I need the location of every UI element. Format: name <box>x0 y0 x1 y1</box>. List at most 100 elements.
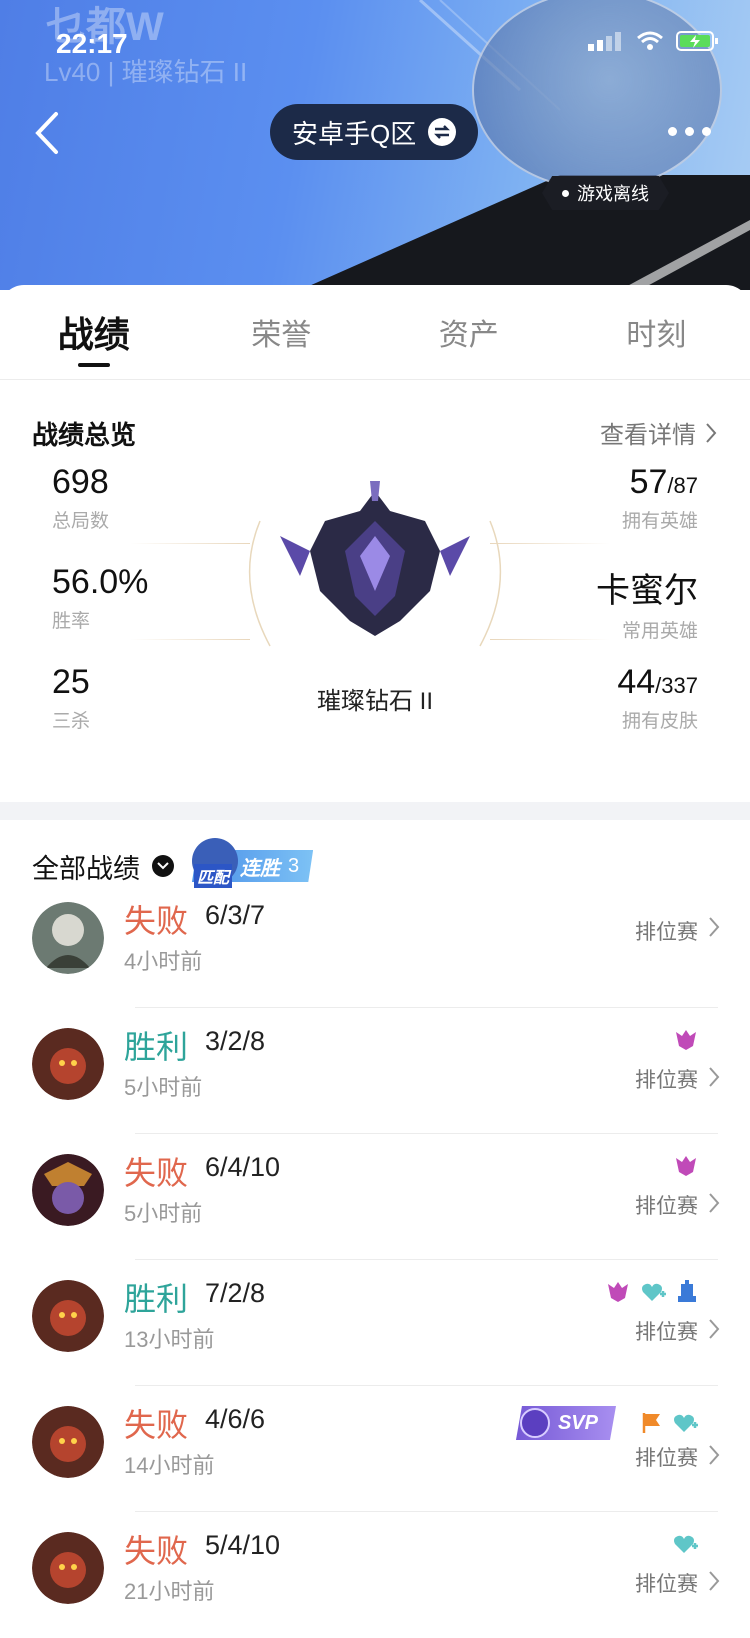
more-dot-icon <box>685 127 694 136</box>
more-dot-icon <box>668 127 677 136</box>
match-result: 胜利 <box>124 1022 188 1068</box>
match-honor-icons <box>674 1154 698 1178</box>
server-name: 安卓手Q区 <box>292 114 416 151</box>
stat-label: 常用英雄 <box>596 616 698 643</box>
match-honor-icons <box>606 1280 698 1304</box>
match-row[interactable]: 胜利 3/2/8 5小时前 排位赛 <box>0 1008 750 1134</box>
match-row[interactable]: 失败 6/4/10 5小时前 排位赛 <box>0 1134 750 1260</box>
match-time: 5小时前 <box>124 1196 202 1228</box>
match-time: 4小时前 <box>124 944 202 976</box>
match-row[interactable]: 失败 6/3/7 4小时前 排位赛 <box>0 882 750 1008</box>
match-filter-label[interactable]: 全部战绩 <box>32 847 140 886</box>
decorative-line <box>130 543 250 544</box>
match-row[interactable]: 胜利 7/2/8 13小时前 排位赛 <box>0 1260 750 1386</box>
match-kda: 4/6/6 <box>205 1404 265 1435</box>
demon-icon <box>674 1028 698 1052</box>
match-mode: 排位赛 <box>635 1316 698 1346</box>
rank-label: 璀璨钻石 II <box>240 681 510 716</box>
rank-emblem-area[interactable]: 璀璨钻石 II <box>240 481 510 741</box>
streak-count: 3 <box>288 855 299 878</box>
stat-value: 44 <box>617 663 655 701</box>
svp-label: SVP <box>558 1412 598 1435</box>
stat-value: 698 <box>52 463 109 502</box>
tab-assets[interactable]: 资产 <box>375 285 563 379</box>
match-mode: 排位赛 <box>635 1442 698 1472</box>
hero-avatar <box>32 1532 104 1604</box>
overview-title: 战绩总览 <box>32 415 136 452</box>
more-button[interactable] <box>668 120 712 142</box>
heart-plus-icon <box>640 1280 666 1304</box>
match-row[interactable]: 失败 5/4/10 21小时前 排位赛 <box>0 1512 750 1638</box>
view-details-link[interactable]: 查看详情 <box>600 415 718 450</box>
stat-label: 拥有英雄 <box>622 506 698 533</box>
decorative-line <box>130 639 250 640</box>
wifi-icon <box>636 30 664 52</box>
match-result: 胜利 <box>124 1274 188 1320</box>
more-dot-icon <box>702 127 711 136</box>
online-status-badge: 游戏离线 <box>542 176 669 210</box>
match-kda: 6/3/7 <box>205 900 265 931</box>
heart-plus-icon <box>672 1411 698 1435</box>
match-result: 失败 <box>124 1526 188 1572</box>
stat-triple-kills: 25 三杀 <box>52 663 90 733</box>
match-time: 21小时前 <box>124 1574 214 1606</box>
hero-avatar <box>32 1154 104 1226</box>
view-details-label: 查看详情 <box>600 415 696 450</box>
demon-icon <box>606 1280 630 1304</box>
match-honor-icons <box>672 1532 698 1556</box>
status-dot-icon <box>562 190 569 197</box>
match-result: 失败 <box>124 896 188 942</box>
back-button[interactable] <box>28 108 68 158</box>
chevron-left-icon <box>28 108 68 158</box>
stat-skins-owned: 44/337 拥有皮肤 <box>617 663 698 733</box>
online-status-label: 游戏离线 <box>577 180 649 206</box>
swap-icon <box>428 118 456 146</box>
server-switch-button[interactable]: 安卓手Q区 <box>270 104 478 160</box>
hero-avatar <box>32 1028 104 1100</box>
section-divider <box>0 802 750 820</box>
hero-avatar <box>32 1280 104 1352</box>
chevron-right-icon <box>708 1444 720 1466</box>
rank-emblem-icon <box>240 481 510 681</box>
match-result: 失败 <box>124 1148 188 1194</box>
stat-value: 卡蜜尔 <box>596 572 698 610</box>
match-kda: 5/4/10 <box>205 1530 280 1561</box>
match-mode: 排位赛 <box>635 1190 698 1220</box>
stat-heroes-owned: 57/87 拥有英雄 <box>622 463 698 533</box>
status-time: 22:17 <box>56 28 128 60</box>
heart-plus-icon <box>672 1532 698 1556</box>
tab-moments[interactable]: 时刻 <box>563 285 750 379</box>
match-honor-icons <box>674 1028 698 1052</box>
stat-value: 57 <box>630 463 668 501</box>
status-icons <box>588 30 720 52</box>
match-kda: 7/2/8 <box>205 1278 265 1309</box>
stat-win-rate: 56.0% 胜率 <box>52 563 148 633</box>
stat-label: 拥有皮肤 <box>617 706 698 733</box>
match-honor-icons: SVP <box>516 1406 698 1440</box>
match-mode: 排位赛 <box>635 916 698 946</box>
chevron-right-icon <box>704 421 718 445</box>
match-time: 14小时前 <box>124 1448 214 1480</box>
chevron-right-icon <box>708 1570 720 1592</box>
stat-label: 三杀 <box>52 706 90 733</box>
profile-header: 乜都W Lv40 | 璀璨钻石 II 22:17 安卓手Q区 <box>0 0 750 290</box>
stat-value: 25 <box>52 663 90 702</box>
chevron-right-icon <box>708 1318 720 1340</box>
record-overview: 战绩总览 查看详情 698 总局数 56.0% 胜率 25 三杀 57/87 拥… <box>0 381 750 801</box>
streak-label: 连胜 <box>240 852 280 881</box>
tab-record[interactable]: 战绩 <box>0 285 188 379</box>
match-mode: 排位赛 <box>635 1064 698 1094</box>
signal-icon <box>588 31 624 51</box>
match-result: 失败 <box>124 1400 188 1446</box>
match-row[interactable]: 失败 4/6/6 14小时前 SVP 排位赛 <box>0 1386 750 1512</box>
win-streak-badge: 连胜 3 匹配 <box>192 846 313 886</box>
demon-icon <box>674 1154 698 1178</box>
chevron-down-icon[interactable] <box>152 855 174 877</box>
stat-suffix: /87 <box>667 473 698 498</box>
tab-honor[interactable]: 荣誉 <box>188 285 376 379</box>
tab-bar: 战绩 荣誉 资产 时刻 <box>0 285 750 380</box>
chevron-right-icon <box>708 1192 720 1214</box>
flag-icon <box>640 1411 662 1435</box>
battery-icon <box>676 30 720 52</box>
match-kda: 6/4/10 <box>205 1152 280 1183</box>
